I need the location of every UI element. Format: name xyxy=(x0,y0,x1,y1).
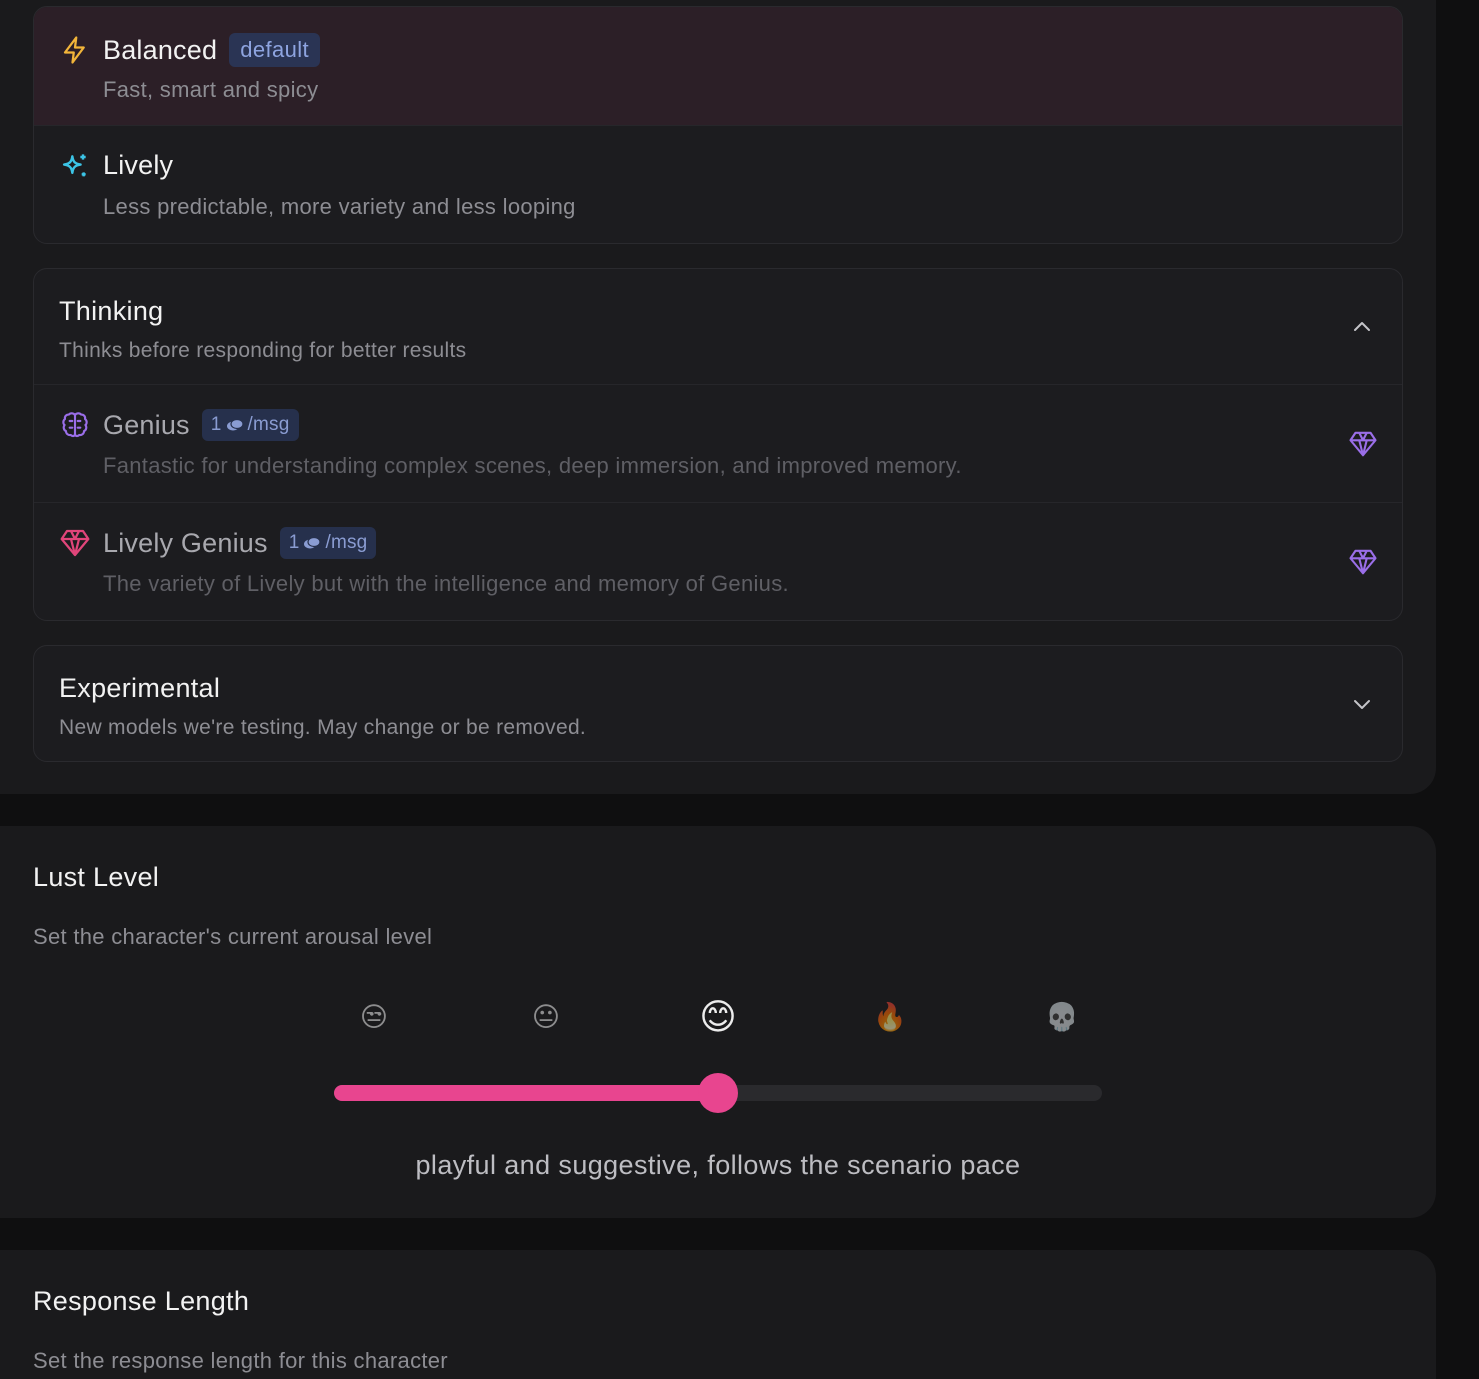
cost-unit: /msg xyxy=(247,414,290,435)
coin-icon xyxy=(304,536,322,549)
coin-icon xyxy=(226,418,244,431)
default-badge: default xyxy=(229,33,321,67)
model-option-balanced[interactable]: Balanced default Fast, smart and spicy xyxy=(34,7,1402,126)
lust-level-description: Set the character's current arousal leve… xyxy=(33,924,433,949)
cost-unit: /msg xyxy=(325,532,368,553)
lust-level-panel: Lust Level Set the character's current a… xyxy=(0,826,1436,1218)
cost-badge: 1 /msg xyxy=(279,527,377,559)
model-name: Lively xyxy=(103,150,174,180)
premium-gem-icon xyxy=(1349,431,1377,457)
settings-page: Balanced default Fast, smart and spicy L… xyxy=(0,0,1479,1379)
section-description: New models we're testing. May change or … xyxy=(59,716,587,739)
cost-badge: 1 /msg xyxy=(201,409,299,441)
brain-icon xyxy=(59,409,91,441)
model-name: Balanced xyxy=(103,34,218,65)
neutral-emoji-icon[interactable]: 😐 xyxy=(528,999,564,1035)
model-panel: Balanced default Fast, smart and spicy L… xyxy=(0,0,1436,794)
gem-icon xyxy=(59,527,91,559)
skull-emoji-icon[interactable]: 💀 xyxy=(1044,999,1080,1035)
sparkles-icon xyxy=(59,151,91,183)
model-option-genius[interactable]: Genius 1 /msg Fantastic for understandin… xyxy=(34,385,1402,503)
cost-amount: 1 xyxy=(288,532,300,553)
page-gutter xyxy=(1436,0,1479,1379)
premium-gem-icon xyxy=(1349,549,1377,575)
experimental-header[interactable]: Experimental New models we're testing. M… xyxy=(34,646,1402,761)
experimental-section: Experimental New models we're testing. M… xyxy=(33,645,1403,762)
cost-amount: 1 xyxy=(210,414,222,435)
section-description: Thinks before responding for better resu… xyxy=(59,339,467,362)
section-title: Thinking xyxy=(59,296,164,326)
slider-fill xyxy=(334,1085,718,1101)
model-name: Genius xyxy=(103,409,190,440)
thinking-header[interactable]: Thinking Thinks before responding for be… xyxy=(34,269,1402,385)
lust-level-caption: playful and suggestive, follows the scen… xyxy=(415,1150,1021,1180)
lust-level-slider[interactable] xyxy=(334,1073,1102,1113)
basic-models-card: Balanced default Fast, smart and spicy L… xyxy=(33,6,1403,244)
smiling-emoji-icon[interactable]: 😊 xyxy=(696,995,740,1039)
bolt-icon xyxy=(59,34,91,66)
model-name: Lively Genius xyxy=(103,527,268,558)
fire-emoji-icon[interactable]: 🔥 xyxy=(872,999,908,1035)
response-length-description: Set the response length for this charact… xyxy=(33,1348,448,1373)
model-description: Less predictable, more variety and less … xyxy=(103,194,576,219)
response-length-title: Response Length xyxy=(33,1286,250,1316)
slider-thumb[interactable] xyxy=(698,1073,738,1113)
model-description: The variety of Lively but with the intel… xyxy=(103,571,789,596)
model-option-lively-genius[interactable]: Lively Genius 1 /msg The variety of Live… xyxy=(34,503,1402,620)
chevron-up-icon[interactable] xyxy=(1350,315,1374,339)
model-description: Fast, smart and spicy xyxy=(103,77,319,102)
chevron-down-icon[interactable] xyxy=(1350,692,1374,716)
response-length-panel: Response Length Set the response length … xyxy=(0,1250,1436,1379)
unamused-emoji-icon[interactable]: 😒 xyxy=(356,999,392,1035)
thinking-section: Thinking Thinks before responding for be… xyxy=(33,268,1403,621)
model-option-lively[interactable]: Lively Less predictable, more variety an… xyxy=(34,126,1402,243)
model-description: Fantastic for understanding complex scen… xyxy=(103,453,962,478)
section-title: Experimental xyxy=(59,673,221,703)
lust-level-title: Lust Level xyxy=(33,862,160,892)
